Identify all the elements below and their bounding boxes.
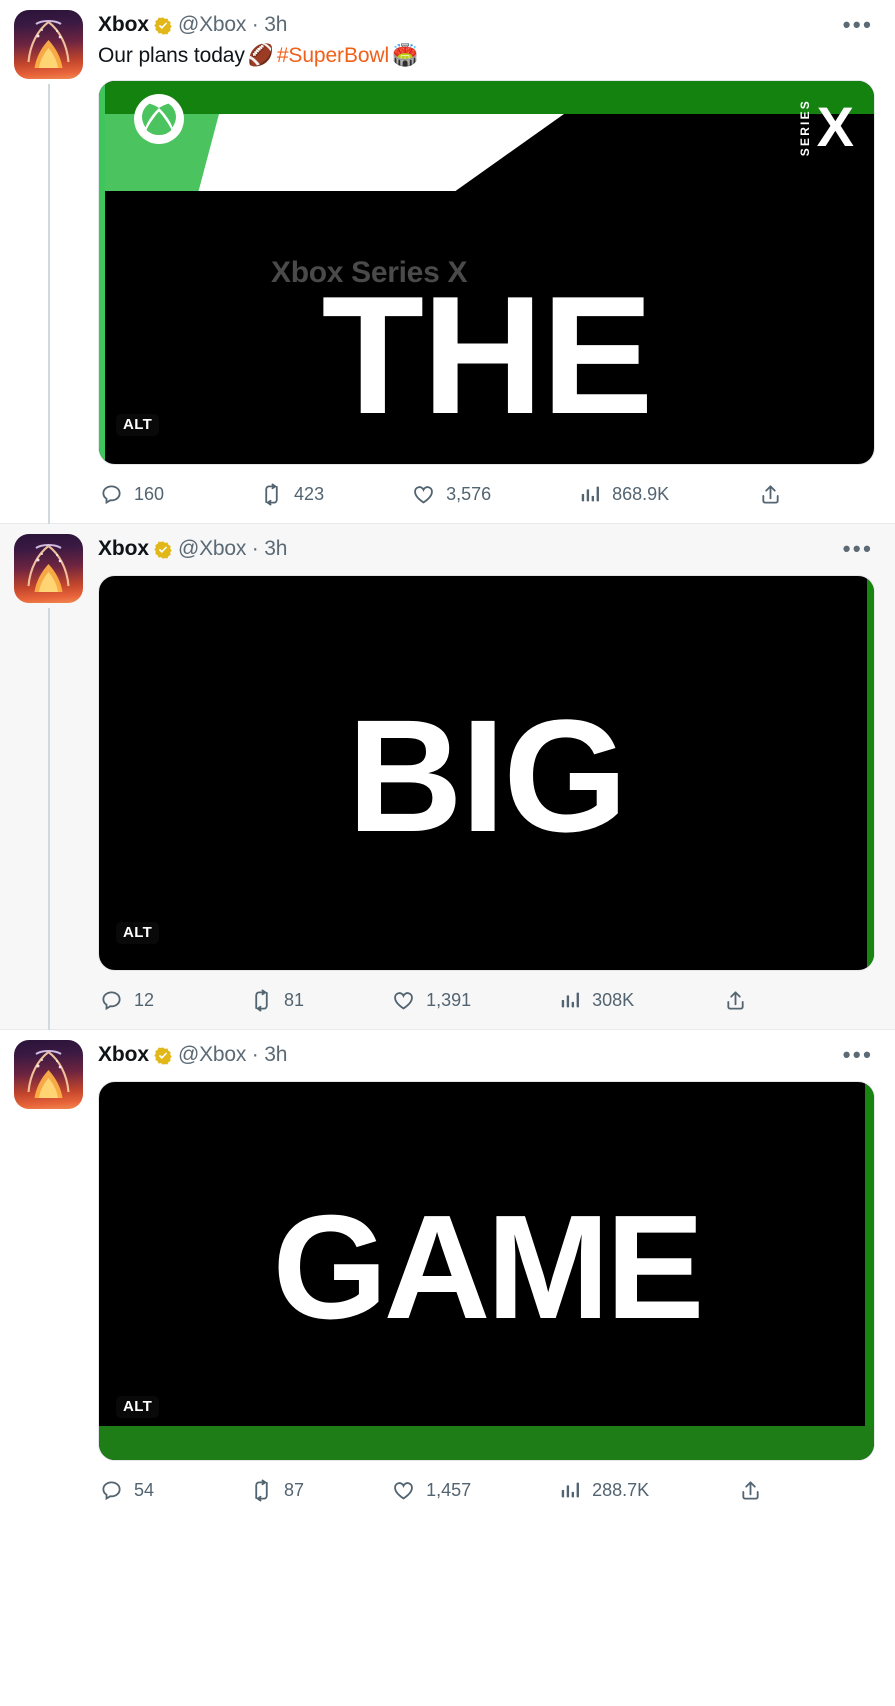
tweet-header: Xbox @Xbox · 3h •••: [98, 534, 875, 564]
reply-button[interactable]: 12: [100, 989, 154, 1012]
tweet-actions: 160 423 3,576 868.9K: [98, 465, 875, 523]
views-count: 308K: [592, 989, 635, 1010]
reply-count: 160: [134, 483, 165, 504]
brand-title: Xbox Series X: [271, 255, 468, 289]
body-text-leading: Our plans today: [98, 44, 245, 67]
like-button[interactable]: 1,391: [392, 989, 471, 1012]
xbox-series-x-band: [99, 114, 874, 191]
like-button[interactable]: 1,457: [392, 1479, 471, 1502]
tweet-actions: 12 81 1,391 308K: [98, 971, 875, 1029]
verified-gold-icon: [153, 16, 173, 36]
avatar[interactable]: [14, 534, 83, 603]
retweet-button[interactable]: 423: [260, 483, 324, 506]
like-count: 1,391: [426, 989, 472, 1010]
tweet-content: Xbox @Xbox · 3h ••• Our plans today 🏈 #S…: [98, 10, 877, 523]
tweet-1[interactable]: Xbox @Xbox · 3h ••• Our plans today 🏈 #S…: [0, 0, 895, 533]
avatar-column: [14, 10, 98, 533]
more-options-button[interactable]: •••: [841, 12, 875, 38]
hashtag-superbowl[interactable]: #SuperBowl: [277, 42, 389, 69]
handle-and-time[interactable]: @Xbox · 3h: [178, 13, 287, 37]
alt-badge[interactable]: ALT: [116, 1396, 160, 1418]
alt-badge[interactable]: ALT: [116, 922, 160, 944]
retweet-count: 423: [294, 483, 325, 504]
thread-connector-line: [48, 608, 50, 1039]
views-button[interactable]: 308K: [559, 989, 634, 1011]
series-x-mark: SERIES X: [797, 95, 854, 159]
media-top-green-bar: [99, 81, 874, 114]
verified-gold-icon: [153, 540, 173, 560]
media-right-green-bar: [867, 576, 874, 970]
series-x-letter: X: [816, 95, 854, 159]
verified-gold-icon: [153, 1046, 173, 1066]
avatar[interactable]: [14, 1040, 83, 1109]
media-word: GAME: [272, 1185, 705, 1350]
share-button[interactable]: [759, 483, 782, 506]
xbox-sphere-icon: [133, 93, 185, 145]
media-bottom-green-bar: [99, 1426, 874, 1460]
media-left-green-bar: [99, 81, 105, 464]
twitter-thread: Xbox @Xbox · 3h ••• Our plans today 🏈 #S…: [0, 0, 895, 1519]
views-count: 868.9K: [612, 483, 670, 504]
reply-count: 12: [134, 989, 155, 1010]
handle-and-time[interactable]: @Xbox · 3h: [178, 537, 287, 561]
football-emoji: 🏈: [247, 44, 274, 67]
avatar[interactable]: [14, 10, 83, 79]
display-name[interactable]: Xbox: [98, 13, 149, 37]
more-options-button[interactable]: •••: [841, 536, 875, 562]
tweet-media-big[interactable]: BIG ALT: [98, 575, 875, 971]
like-count: 3,576: [446, 483, 492, 504]
retweet-button[interactable]: 87: [250, 1479, 304, 1502]
retweet-count: 81: [284, 989, 305, 1010]
tweet-body-text: Our plans today 🏈 #SuperBowl 🏟️: [98, 42, 875, 69]
views-button[interactable]: 288.7K: [559, 1479, 649, 1501]
media-word: BIG: [347, 686, 627, 865]
share-button[interactable]: [724, 989, 747, 1012]
tweet-actions: 54 87 1,457 288.7K: [98, 1461, 875, 1519]
tweet-2[interactable]: Xbox @Xbox · 3h ••• BIG ALT 12 81 1,391 …: [0, 524, 895, 1039]
avatar-column: [14, 534, 98, 1039]
thread-connector-line: [48, 84, 50, 533]
reply-button[interactable]: 160: [100, 483, 164, 506]
display-name[interactable]: Xbox: [98, 537, 149, 561]
retweet-button[interactable]: 81: [250, 989, 304, 1012]
tweet-content: Xbox @Xbox · 3h ••• BIG ALT 12 81 1,391 …: [98, 534, 877, 1029]
display-name[interactable]: Xbox: [98, 1043, 149, 1067]
like-count: 1,457: [426, 1479, 472, 1500]
stadium-emoji: 🏟️: [392, 44, 419, 67]
alt-badge[interactable]: ALT: [116, 414, 160, 436]
more-options-button[interactable]: •••: [841, 1042, 875, 1068]
tweet-media-game[interactable]: GAME ALT: [98, 1081, 875, 1461]
avatar-column: [14, 1040, 98, 1519]
like-button[interactable]: 3,576: [412, 483, 491, 506]
tweet-header: Xbox @Xbox · 3h •••: [98, 10, 875, 40]
reply-count: 54: [134, 1479, 155, 1500]
handle-and-time[interactable]: @Xbox · 3h: [178, 1043, 287, 1067]
views-button[interactable]: 868.9K: [579, 483, 669, 505]
tweet-content: Xbox @Xbox · 3h ••• GAME ALT 54 87 1,457…: [98, 1040, 877, 1519]
media-word: THE: [321, 261, 654, 449]
share-button[interactable]: [739, 1479, 762, 1502]
tweet-media-the[interactable]: Xbox Series X SERIES X THE ALT: [98, 80, 875, 465]
retweet-count: 87: [284, 1479, 305, 1500]
series-label: SERIES: [797, 99, 812, 157]
reply-button[interactable]: 54: [100, 1479, 154, 1502]
views-count: 288.7K: [592, 1479, 650, 1500]
tweet-3[interactable]: Xbox @Xbox · 3h ••• GAME ALT 54 87 1,457…: [0, 1030, 895, 1519]
tweet-header: Xbox @Xbox · 3h •••: [98, 1040, 875, 1070]
media-right-green-bar: [865, 1082, 874, 1426]
